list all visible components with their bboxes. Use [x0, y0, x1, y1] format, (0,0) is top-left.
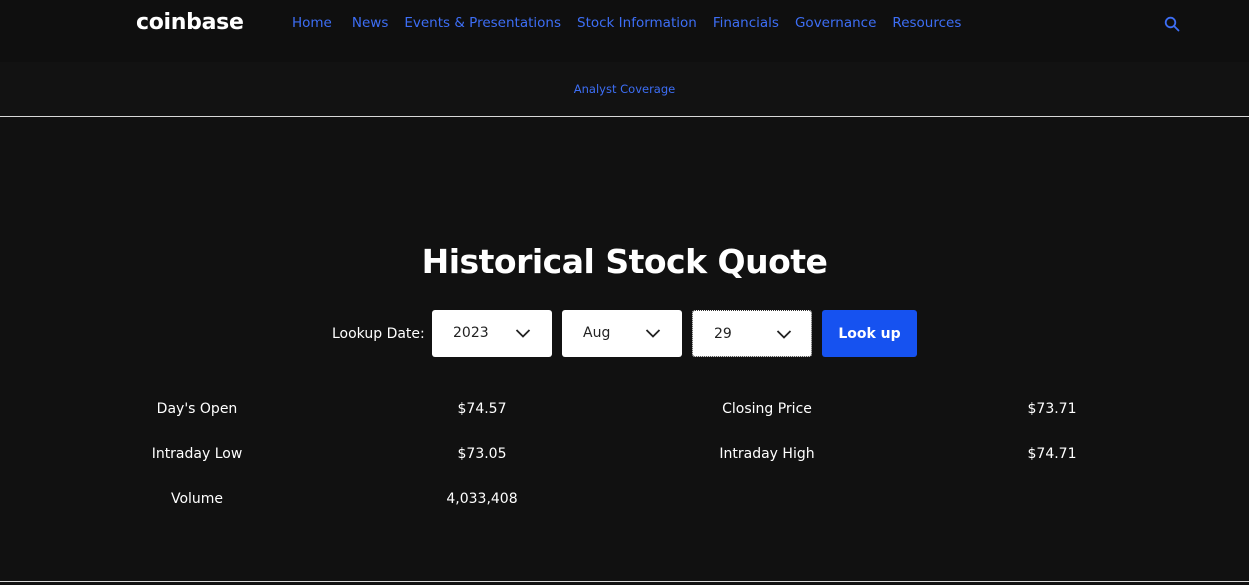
closing-price-label: Closing Price — [722, 401, 812, 417]
intraday-high-label: Intraday High — [719, 446, 815, 462]
main-nav: Home News Events & Presentations Stock I… — [292, 15, 961, 31]
nav-stock-information[interactable]: Stock Information — [577, 15, 697, 31]
bottom-divider — [0, 581, 1249, 582]
closing-price-value: $73.71 — [1027, 401, 1077, 417]
days-open-label: Day's Open — [156, 401, 238, 417]
search-icon[interactable] — [1164, 16, 1180, 32]
lookup-date-label: Lookup Date: — [332, 326, 425, 342]
intraday-high-value: $74.71 — [1027, 446, 1077, 462]
nav-events-presentations[interactable]: Events & Presentations — [404, 15, 561, 31]
chevron-down-icon — [515, 329, 531, 338]
month-select[interactable]: Aug — [562, 310, 682, 357]
month-select-value: Aug — [583, 325, 611, 341]
coinbase-logo[interactable]: coinbase — [136, 10, 244, 35]
year-select-value: 2023 — [453, 325, 489, 341]
chevron-down-icon — [645, 329, 661, 338]
top-navigation-bar: coinbase Home News Events & Presentation… — [0, 0, 1249, 62]
days-open-value: $74.57 — [457, 401, 507, 417]
look-up-button[interactable]: Look up — [822, 310, 917, 357]
page-title: Historical Stock Quote — [421, 242, 828, 281]
day-select-value: 29 — [714, 326, 732, 342]
intraday-low-label: Intraday Low — [151, 446, 243, 462]
nav-financials[interactable]: Financials — [713, 15, 779, 31]
volume-value: 4,033,408 — [446, 491, 518, 507]
volume-label: Volume — [170, 491, 224, 507]
subnav-analyst-coverage[interactable]: Analyst Coverage — [0, 82, 1249, 96]
day-select[interactable]: 29 — [692, 310, 812, 357]
page: coinbase Home News Events & Presentation… — [0, 0, 1249, 585]
year-select[interactable]: 2023 — [432, 310, 552, 357]
nav-home[interactable]: Home — [292, 15, 332, 31]
chevron-down-icon — [776, 330, 792, 339]
nav-news[interactable]: News — [352, 15, 388, 31]
nav-resources[interactable]: Resources — [892, 15, 961, 31]
intraday-low-value: $73.05 — [457, 446, 507, 462]
sub-navigation-bar: Analyst Coverage — [0, 62, 1249, 117]
nav-governance[interactable]: Governance — [795, 15, 876, 31]
